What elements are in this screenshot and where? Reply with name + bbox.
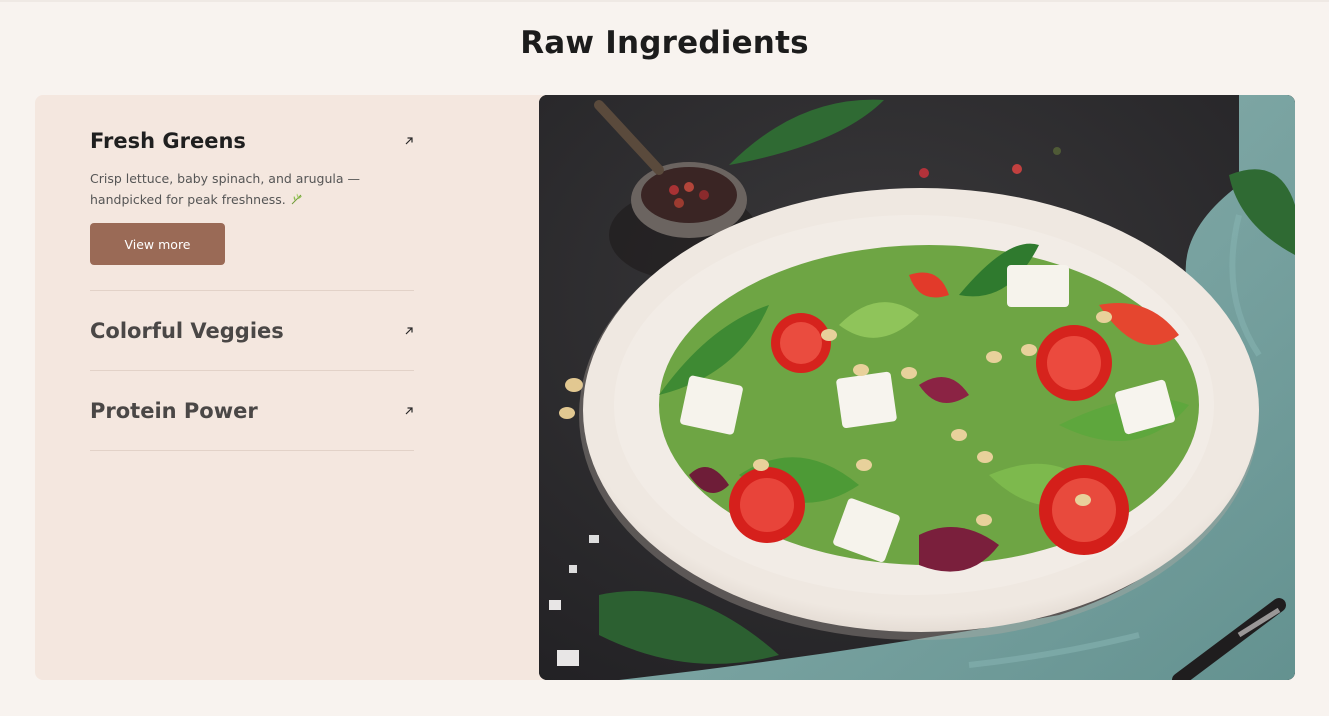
accordion-title: Protein Power	[90, 398, 258, 423]
arrow-up-right-icon	[405, 406, 413, 414]
salad-illustration	[539, 95, 1295, 680]
accordion-description: Crisp lettuce, baby spinach, and arugula…	[90, 171, 360, 207]
accordion-item-colorful-veggies: Colorful Veggies	[90, 291, 414, 371]
salad-bowl-photo	[539, 95, 1295, 680]
accordion-item-fresh-greens: Fresh Greens Crisp lettuce, baby spinach…	[90, 122, 414, 291]
accordion-item-protein-power: Protein Power	[90, 371, 414, 451]
view-more-button[interactable]: View more	[90, 223, 225, 265]
accordion-header-fresh-greens[interactable]: Fresh Greens	[90, 128, 414, 154]
arrow-up-right-icon	[405, 137, 413, 145]
accordion-header-protein-power[interactable]: Protein Power	[90, 399, 414, 423]
ingredients-accordion: Fresh Greens Crisp lettuce, baby spinach…	[90, 122, 414, 451]
top-divider	[0, 0, 1329, 2]
accordion-title: Fresh Greens	[90, 129, 246, 153]
accordion-title: Colorful Veggies	[90, 318, 284, 343]
herb-icon	[291, 193, 302, 205]
section-title: Raw Ingredients	[520, 25, 809, 61]
accordion-header-colorful-veggies[interactable]: Colorful Veggies	[90, 319, 414, 343]
arrow-up-right-icon	[405, 326, 413, 334]
